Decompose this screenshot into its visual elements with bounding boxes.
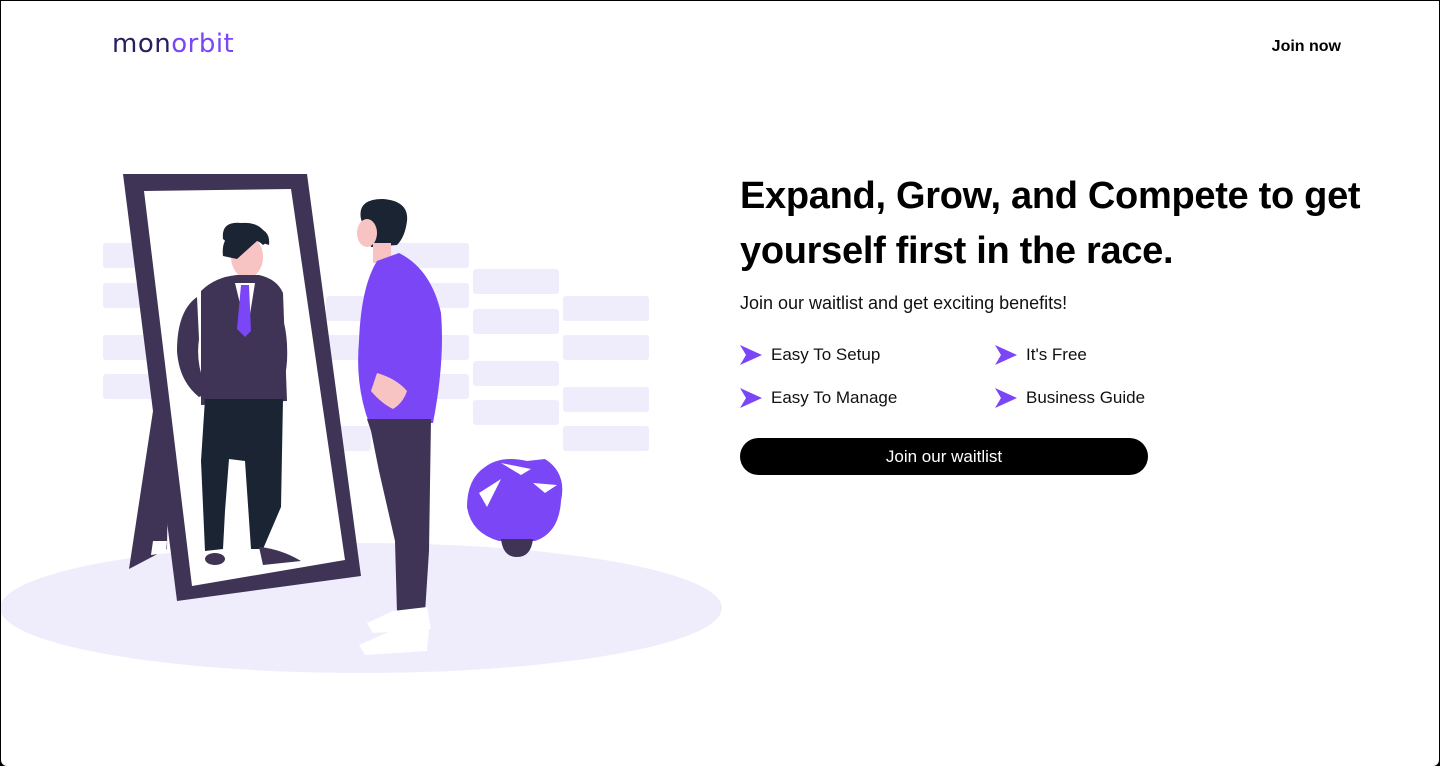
hero-content: Expand, Grow, and Compete to get yoursel… — [740, 169, 1400, 475]
join-now-link[interactable]: Join now — [1272, 38, 1341, 56]
hero-subline: Join our waitlist and get exciting benef… — [740, 293, 1068, 313]
arrow-pointer-icon — [740, 345, 762, 365]
logo[interactable]: monorbit — [112, 29, 234, 59]
benefit-item-free: It's Free — [995, 344, 1250, 366]
arrow-pointer-icon — [740, 388, 762, 408]
plant-pot — [467, 459, 563, 557]
benefit-label: Easy To Manage — [771, 388, 898, 407]
join-waitlist-button[interactable]: Join our waitlist — [740, 438, 1148, 475]
page: monorbit Join now Expand, Grow, and Comp… — [1, 1, 1439, 766]
logo-text-2: o — [171, 29, 188, 59]
hero-headline: Expand, Grow, and Compete to get yoursel… — [740, 175, 1361, 272]
benefit-item-easy-setup: Easy To Setup — [740, 344, 995, 366]
benefits-list: Easy To Setup It's Free Easy To Manage B… — [740, 344, 1400, 409]
benefit-label: It's Free — [1026, 345, 1087, 364]
benefit-label: Easy To Setup — [771, 345, 881, 364]
benefit-item-easy-manage: Easy To Manage — [740, 387, 995, 409]
benefit-label: Business Guide — [1026, 388, 1146, 407]
logo-text-1: mon — [112, 29, 172, 59]
arrow-pointer-icon — [995, 388, 1017, 408]
arrow-pointer-icon — [995, 345, 1017, 365]
logo-text-3: rbit — [187, 29, 235, 59]
benefit-item-business-guide: Business Guide — [995, 387, 1250, 409]
mirror-illustration — [1, 174, 722, 673]
